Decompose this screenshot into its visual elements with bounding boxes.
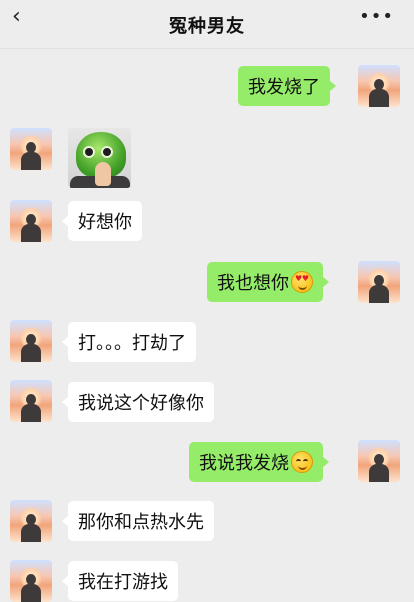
friend-avatar[interactable] <box>10 380 52 422</box>
friend-avatar[interactable] <box>10 128 52 170</box>
message-text: 我说我发烧 <box>199 453 289 474</box>
message-text: 我发烧了 <box>248 77 320 98</box>
message-text: 我在打游找 <box>78 572 168 593</box>
incoming-message-bubble[interactable]: 那你和点热水先 <box>62 501 214 541</box>
friend-avatar[interactable] <box>10 560 52 602</box>
green-mask-sticker[interactable] <box>68 128 131 188</box>
outgoing-message-bubble[interactable]: 我发烧了 <box>238 66 336 106</box>
incoming-message-bubble[interactable]: 我在打游找 <box>62 561 178 601</box>
friend-avatar[interactable] <box>10 200 52 242</box>
message-text: 我也想你 <box>217 273 289 294</box>
friend-avatar[interactable] <box>10 320 52 362</box>
smiling-emoji-icon <box>291 451 313 473</box>
incoming-message-bubble[interactable]: 好想你 <box>62 201 142 241</box>
message-text: 那你和点热水先 <box>78 512 204 533</box>
message-text: 好想你 <box>78 212 132 233</box>
my-avatar[interactable] <box>358 65 400 107</box>
more-options-icon[interactable]: ••• <box>359 6 394 27</box>
message-text: 打。。。打劫了 <box>78 333 186 354</box>
outgoing-message-bubble[interactable]: 我说我发烧 <box>189 442 329 482</box>
chat-header: ‹ 冤种男友 ••• <box>0 0 414 49</box>
heart-eyes-emoji-icon <box>291 271 313 293</box>
incoming-message-bubble[interactable]: 打。。。打劫了 <box>62 322 196 362</box>
outgoing-message-bubble[interactable]: 我也想你 <box>207 262 329 302</box>
chat-title: 冤种男友 <box>169 16 245 37</box>
friend-avatar[interactable] <box>10 500 52 542</box>
my-avatar[interactable] <box>358 261 400 303</box>
message-text: 我说这个好像你 <box>78 393 204 414</box>
incoming-message-bubble[interactable]: 我说这个好像你 <box>62 382 214 422</box>
my-avatar[interactable] <box>358 440 400 482</box>
